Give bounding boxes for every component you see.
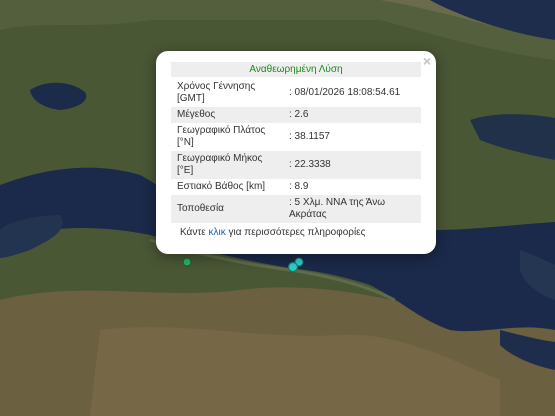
earthquake-popup: × Αναθεωρημένη Λύση Χρόνος Γέννησης [GMT…: [156, 51, 436, 254]
table-row: Τοποθεσία : 5 Χλμ. ΝΝΑ της Άνω Ακράτας: [171, 195, 421, 223]
table-row: Χρόνος Γέννησης [GMT] : 08/01/2026 18:08…: [171, 79, 421, 107]
row-label: Τοποθεσία: [171, 195, 283, 223]
row-value: : 22.3338: [283, 151, 421, 179]
close-icon[interactable]: ×: [423, 53, 431, 69]
more-info-text: Κάντε κλικ για περισσότερες πληροφορίες: [171, 227, 421, 238]
row-value: : 38.1157: [289, 131, 330, 142]
row-label: Χρόνος Γέννησης [GMT]: [177, 81, 256, 104]
row-value: : 08/01/2026 18:08:54.61: [289, 87, 401, 98]
row-label: Εστιακό Βάθος [km]: [177, 181, 266, 192]
more-prefix: Κάντε: [180, 227, 209, 238]
row-label: Γεωγραφικό Πλάτος [°N]: [177, 125, 266, 148]
table-row: Μέγεθος : 2.6: [171, 107, 421, 123]
row-label: Μέγεθος: [171, 107, 283, 123]
row-value: : 2.6: [283, 107, 421, 123]
earthquake-marker: [182, 257, 192, 267]
table-row: Γεωγραφικό Μήκος [°E] : 22.3338: [171, 151, 421, 179]
table-row: Εστιακό Βάθος [km] : 8.9: [171, 179, 421, 195]
row-value: : 8.9: [289, 181, 309, 192]
table-row: Γεωγραφικό Πλάτος [°N] : 38.1157: [171, 123, 421, 151]
earthquake-marker: [287, 261, 299, 273]
popup-title: Αναθεωρημένη Λύση: [171, 62, 421, 77]
popup-content: Αναθεωρημένη Λύση Χρόνος Γέννησης [GMT] …: [171, 62, 421, 238]
row-value: : 5 Χλμ. ΝΝΑ της Άνω Ακράτας: [283, 195, 421, 223]
more-suffix: για περισσότερες πληροφορίες: [225, 227, 366, 238]
more-info-link[interactable]: κλικ: [209, 227, 226, 238]
row-label: Γεωγραφικό Μήκος [°E]: [171, 151, 283, 179]
event-info-table: Χρόνος Γέννησης [GMT] : 08/01/2026 18:08…: [171, 79, 421, 223]
